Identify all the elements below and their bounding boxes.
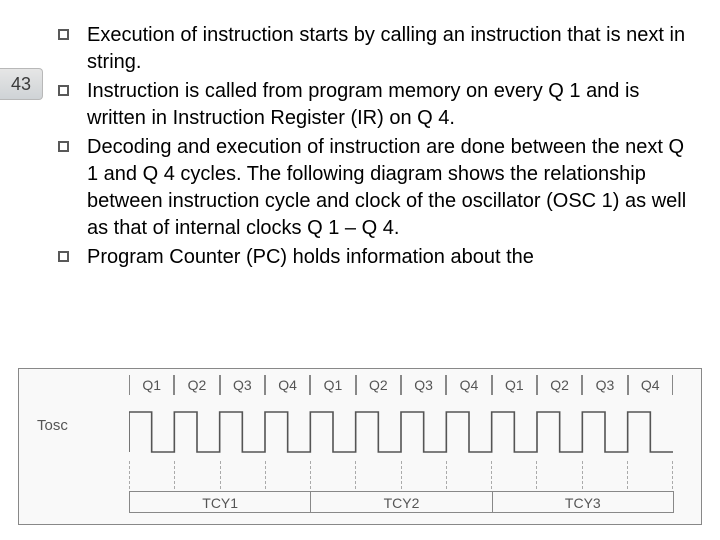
diagram-frame: Q1 Q2 Q3 Q4 Q1 Q2 Q3 Q4 Q1 Q2 Q3 Q4 Tosc	[18, 368, 702, 525]
q-label: Q4	[628, 375, 673, 395]
vline	[310, 461, 355, 489]
vline	[265, 461, 310, 489]
q-label: Q2	[174, 375, 219, 395]
page-number: 43	[11, 74, 31, 95]
q-label: Q3	[401, 375, 446, 395]
q-label: Q3	[220, 375, 265, 395]
bullet-icon	[58, 251, 69, 262]
bullet-text: Execution of instruction starts by calli…	[87, 22, 700, 76]
q-label: Q3	[582, 375, 627, 395]
bullet-icon	[58, 141, 69, 152]
vline	[627, 461, 673, 489]
vline	[582, 461, 627, 489]
q-label: Q1	[129, 375, 174, 395]
tcy-cell: TCY3	[492, 491, 674, 513]
tcy-cell: TCY2	[310, 491, 492, 513]
q-label: Q1	[492, 375, 537, 395]
vline	[401, 461, 446, 489]
q-label: Q2	[537, 375, 582, 395]
vline	[355, 461, 400, 489]
bullet-item: Decoding and execution of instruction ar…	[58, 134, 700, 242]
bullet-list: Execution of instruction starts by calli…	[58, 22, 700, 273]
vline	[536, 461, 581, 489]
vline	[220, 461, 265, 489]
vline-row	[129, 461, 673, 489]
q-label: Q4	[446, 375, 491, 395]
page-number-badge: 43	[0, 68, 43, 100]
timing-diagram: Q1 Q2 Q3 Q4 Q1 Q2 Q3 Q4 Q1 Q2 Q3 Q4 Tosc	[18, 368, 702, 525]
vline	[446, 461, 491, 489]
bullet-text: Instruction is called from program memor…	[87, 78, 700, 132]
bullet-item: Instruction is called from program memor…	[58, 78, 700, 132]
vline	[491, 461, 536, 489]
q-label-row: Q1 Q2 Q3 Q4 Q1 Q2 Q3 Q4 Q1 Q2 Q3 Q4	[129, 375, 673, 395]
q-label: Q4	[265, 375, 310, 395]
vline	[174, 461, 219, 489]
bullet-text: Program Counter (PC) holds information a…	[87, 244, 534, 271]
bullet-icon	[58, 29, 69, 40]
bullet-text: Decoding and execution of instruction ar…	[87, 134, 700, 242]
tosc-label: Tosc	[37, 417, 68, 434]
bullet-icon	[58, 85, 69, 96]
q-label: Q1	[310, 375, 355, 395]
tcy-cell: TCY1	[129, 491, 311, 513]
q-label: Q2	[356, 375, 401, 395]
clock-waveform	[129, 407, 673, 457]
tcy-row: TCY1 TCY2 TCY3	[129, 491, 673, 513]
vline	[129, 461, 174, 489]
bullet-item: Program Counter (PC) holds information a…	[58, 244, 700, 271]
bullet-item: Execution of instruction starts by calli…	[58, 22, 700, 76]
